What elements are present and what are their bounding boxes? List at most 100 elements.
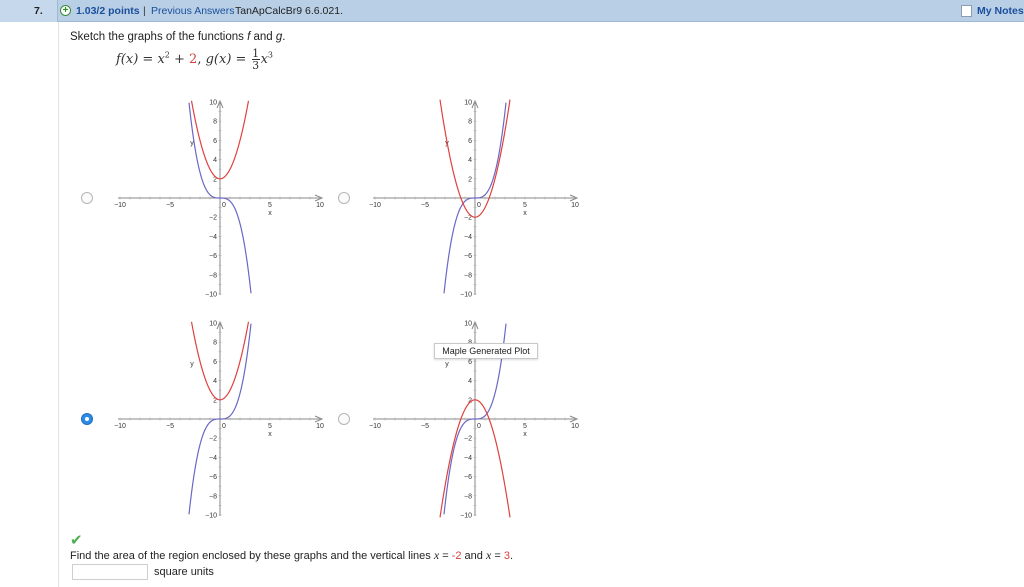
question-text: Find the area of the region enclosed by … [70, 550, 434, 562]
plot-tooltip: Maple Generated Plot [434, 343, 538, 359]
y-tick-label: −6 [464, 253, 472, 260]
y-tick-label: 10 [209, 100, 217, 107]
question-eq2: = [491, 550, 504, 562]
plus-icon[interactable]: + [60, 5, 71, 16]
y-tick-label: 4 [468, 157, 472, 164]
x-tick-label: 10 [316, 202, 324, 209]
y-tick-label: −10 [460, 513, 472, 520]
question-and: and [461, 550, 486, 562]
y-tick-label: 8 [468, 119, 472, 126]
my-notes-link[interactable]: My Notes [977, 0, 1024, 22]
graph-option-a: −10 −5 0 5 10x108642−2−4−6−8−10y [114, 100, 324, 299]
y-tick-label: 2 [468, 176, 472, 183]
y-tick-label: −10 [205, 292, 217, 299]
x-tick-label: 10 [571, 423, 579, 430]
y-tick-label: −4 [464, 455, 472, 462]
prompt-period: . [282, 31, 286, 43]
y-tick-label: 8 [213, 340, 217, 347]
frac-den: 3 [252, 59, 260, 72]
previous-answers-link[interactable]: Previous Answers [151, 0, 234, 22]
formula-plus: + [169, 52, 190, 67]
y-axis-label: y [190, 361, 194, 368]
question-end: . [509, 550, 514, 562]
y-tick-label: −10 [205, 513, 217, 520]
y-axis-label: y [445, 361, 449, 368]
question-eq1: = [439, 550, 452, 562]
x-tick-label: −10 [369, 423, 381, 430]
area-answer-input[interactable] [72, 564, 148, 580]
graph-option-b: −10 −5 0 5 10x108642−2−4−6−8−10y [369, 100, 579, 299]
units-label: square units [154, 566, 214, 578]
y-tick-label: −8 [209, 493, 217, 500]
x-tick-label: 0 [222, 423, 226, 430]
formula-x: x [260, 52, 268, 67]
y-tick-label: 6 [213, 359, 217, 366]
x-tick-label: 5 [523, 202, 527, 209]
prompt-text: Sketch the graphs of the functions f and… [70, 31, 285, 43]
x-tick-label: −5 [166, 202, 174, 209]
y-tick-label: −4 [209, 455, 217, 462]
option-d-radio[interactable] [338, 413, 350, 425]
notes-icon[interactable] [961, 5, 972, 17]
y-tick-label: −4 [209, 234, 217, 241]
y-tick-label: −2 [209, 436, 217, 443]
x-tick-label: 0 [477, 423, 481, 430]
y-tick-label: 10 [464, 321, 472, 328]
y-tick-label: −8 [464, 272, 472, 279]
y-tick-label: 10 [209, 321, 217, 328]
x-tick-label: −10 [114, 202, 126, 209]
prompt-lead: Sketch the graphs of the functions [70, 31, 248, 43]
y-tick-label: −6 [464, 474, 472, 481]
formula-comma: , [197, 52, 206, 67]
y-tick-label: 6 [213, 138, 217, 145]
x-tick-label: 0 [477, 202, 481, 209]
x-tick-label: −10 [114, 423, 126, 430]
function-formula: f(x) = x2 + 2, g(x) = 1 3 x3 [116, 48, 273, 71]
prompt-and: and [250, 31, 276, 43]
y-tick-label: −8 [209, 272, 217, 279]
correct-check-icon: ✔ [70, 532, 83, 549]
x-tick-label: −10 [369, 202, 381, 209]
x-tick-label: −5 [166, 423, 174, 430]
y-tick-label: 4 [213, 378, 217, 385]
formula-fraction: 13 [251, 47, 260, 72]
formula-f: f(x) = x [116, 52, 165, 67]
x-tick-label: 0 [222, 202, 226, 209]
y-tick-label: 4 [213, 157, 217, 164]
x-tick-label: 5 [523, 423, 527, 430]
y-tick-label: −10 [460, 292, 472, 299]
y-tick-label: −6 [209, 474, 217, 481]
x-tick-label: 10 [316, 423, 324, 430]
x-tick-label: 5 [268, 202, 272, 209]
graph-option-c: −10 −5 0 5 10x108642−2−4−6−8−10y [114, 321, 324, 520]
question-x1-val: -2 [451, 550, 462, 562]
y-tick-label: −8 [464, 493, 472, 500]
y-tick-label: 10 [464, 100, 472, 107]
x-axis-label: x [268, 431, 272, 438]
question-header: 7. + 1.03/2 points | Previous Answers Ta… [0, 0, 1024, 22]
x-tick-label: 5 [268, 423, 272, 430]
option-a-radio[interactable] [81, 192, 93, 204]
x-axis-label: x [523, 431, 527, 438]
area-question: Find the area of the region enclosed by … [70, 548, 513, 563]
x-tick-label: −5 [421, 202, 429, 209]
y-tick-label: 6 [468, 138, 472, 145]
x-axis-label: x [523, 210, 527, 217]
question-number: 7. [0, 0, 58, 22]
x-tick-label: −5 [421, 423, 429, 430]
points-label: 1.03/2 points [76, 5, 140, 17]
y-tick-label: −2 [209, 215, 217, 222]
formula-g: g(x) = [205, 52, 251, 67]
problem-code: TanApCalcBr9 6.6.021. [235, 5, 343, 17]
y-tick-label: 8 [213, 119, 217, 126]
y-tick-label: −2 [464, 436, 472, 443]
y-tick-label: −6 [209, 253, 217, 260]
option-c-radio[interactable] [81, 413, 93, 425]
frac-num: 1 [252, 47, 260, 60]
y-tick-label: −4 [464, 234, 472, 241]
y-tick-label: 4 [468, 378, 472, 385]
formula-g-exp: 3 [267, 50, 273, 60]
option-b-radio[interactable] [338, 192, 350, 204]
separator: | [143, 5, 146, 17]
y-tick-label: 6 [468, 359, 472, 366]
